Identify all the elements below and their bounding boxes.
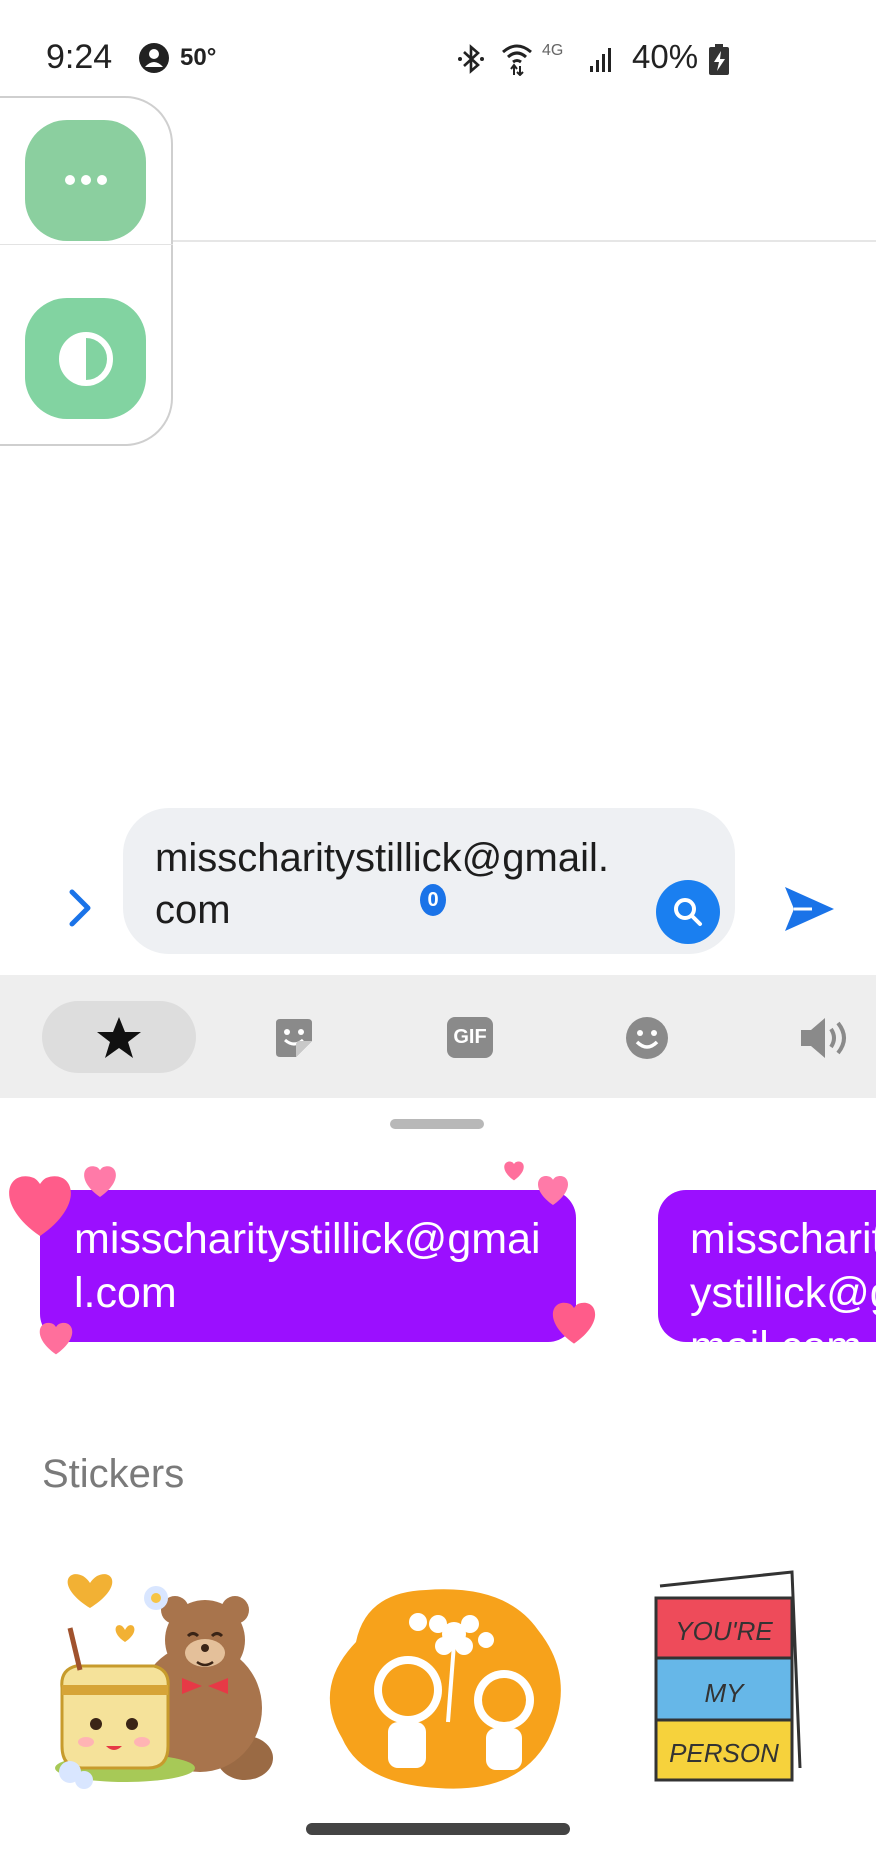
gif-label: GIF [447, 1016, 493, 1058]
flower-couple-sticker[interactable] [326, 1582, 570, 1790]
header-divider [170, 240, 876, 242]
more-options-button[interactable] [25, 120, 146, 241]
battery-charging-icon [709, 44, 729, 75]
star-icon [94, 1013, 144, 1063]
more-dots-icon [62, 172, 110, 190]
battery-percent: 40% [632, 38, 699, 75]
status-time: 9:24 [46, 38, 113, 76]
floating-action-panel [0, 96, 173, 446]
stickers-heading: Stickers [42, 1452, 185, 1496]
emoji-icon[interactable] [622, 1013, 672, 1063]
heart-icon [538, 1176, 568, 1206]
card-line-3: PERSON [669, 1738, 779, 1768]
card-line-1: YOU'RE [675, 1616, 773, 1646]
heart-icon [39, 1322, 73, 1355]
network-type: 4G [542, 42, 564, 59]
status-bar: 9:24 50° 4G 40% [0, 0, 876, 110]
message-input[interactable]: misscharitystillick@gmail.com [123, 808, 735, 954]
card-line-2: MY [705, 1678, 746, 1708]
expand-chevron-icon[interactable] [60, 882, 100, 934]
bluetooth-icon [458, 44, 484, 74]
contrast-button[interactable] [25, 298, 146, 419]
sound-icon[interactable] [796, 1013, 852, 1063]
panel-divider [0, 244, 173, 245]
signal-icon [590, 48, 611, 72]
message-input-text: misscharitystillick@gmail.com [155, 836, 609, 932]
heart-icon [9, 1176, 71, 1236]
wifi-icon [502, 44, 532, 76]
drag-handle[interactable] [390, 1119, 484, 1129]
sticker-tab-icon[interactable] [270, 1013, 318, 1061]
status-temperature: 50° [180, 44, 217, 71]
gif-tab[interactable]: GIF [444, 1015, 496, 1059]
input-badge: 0 [420, 884, 446, 916]
suggestion-bubble-text: misscharitystillick@gmail.com [74, 1215, 541, 1317]
suggestion-bubble[interactable]: misscharitystillick@gmail.com [40, 1190, 576, 1342]
send-button[interactable] [782, 884, 836, 934]
search-icon [674, 898, 702, 926]
heart-icon [84, 1166, 116, 1197]
suggestion-bubble-text: misscharitystillick@gmail.com [690, 1215, 876, 1342]
bear-honey-sticker[interactable] [50, 1558, 280, 1796]
gesture-nav-bar[interactable] [306, 1823, 570, 1835]
heart-icon [504, 1161, 524, 1181]
keyboard-toolbar: GIF [0, 975, 876, 1098]
lens-search-button[interactable] [656, 880, 720, 944]
youre-my-person-card-sticker[interactable]: YOU'RE MY PERSON [650, 1568, 806, 1792]
contrast-icon [58, 331, 113, 386]
suggestion-bubble-partial[interactable]: misscharitystillick@gmail.com [658, 1190, 876, 1342]
account-icon [139, 43, 169, 73]
heart-icon [552, 1302, 596, 1344]
